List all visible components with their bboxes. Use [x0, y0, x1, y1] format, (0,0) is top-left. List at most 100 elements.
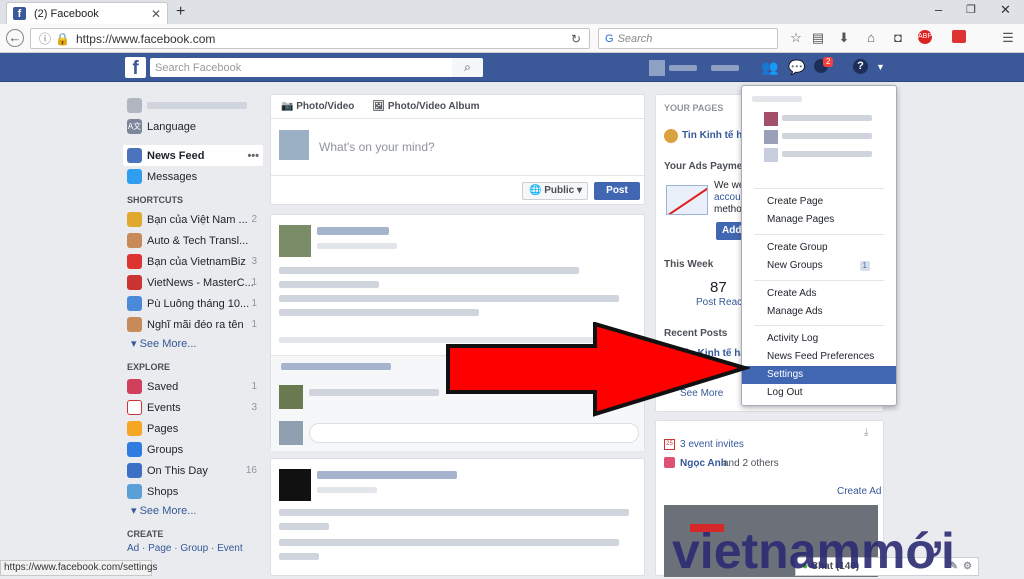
create-page-link[interactable]: Page	[148, 543, 171, 554]
event-invites-link[interactable]: 3 event invites	[680, 439, 744, 450]
explore-label: Events	[147, 401, 181, 414]
shortcut-item[interactable]: Nghĩ mãi đéo ra tên 1	[123, 314, 263, 335]
sidebar-item-news-feed[interactable]: News Feed •••	[123, 145, 263, 166]
account-dropdown-caret-icon[interactable]: ▼	[876, 62, 885, 72]
shortcut-label: Bạn của VietnamBiz	[147, 255, 246, 268]
restore-icon[interactable]: ❐	[966, 3, 976, 16]
search-button-icon[interactable]: ⌕	[452, 58, 483, 77]
adblock-icon[interactable]: ABP	[918, 30, 932, 44]
download-icon[interactable]: ⬇	[836, 30, 852, 46]
help-icon[interactable]: ?	[853, 59, 868, 74]
new-tab-icon[interactable]: +	[176, 3, 185, 21]
post-composer: 📷 Photo/Video 🖼 Photo/Video Album What's…	[270, 94, 645, 205]
explore-item[interactable]: Groups	[123, 439, 263, 460]
log-out-item[interactable]: Log Out	[742, 384, 896, 402]
menu-icon[interactable]: ☰	[1000, 30, 1016, 46]
birthday-icon	[664, 457, 675, 468]
comment-input[interactable]	[309, 423, 639, 443]
bookmark-star-icon[interactable]: ☆	[788, 30, 804, 46]
shortcut-icon	[127, 254, 142, 269]
explore-item[interactable]: Saved 1	[123, 376, 263, 397]
reading-list-icon[interactable]: ▤	[810, 30, 826, 46]
messages-icon[interactable]: 💬	[788, 59, 805, 76]
back-icon[interactable]: ←	[6, 29, 24, 47]
new-groups-item[interactable]: New Groups 1	[742, 257, 896, 275]
facebook-search-input[interactable]: Search Facebook	[150, 58, 483, 77]
create-event-link[interactable]: Event	[217, 543, 243, 554]
shortcut-item[interactable]: Bạn của Việt Nam ... 2	[123, 209, 263, 230]
explore-item[interactable]: Shops	[123, 481, 263, 502]
feed-post	[270, 458, 645, 576]
settings-item[interactable]: Settings	[742, 366, 896, 384]
post-button[interactable]: Post	[594, 182, 640, 200]
create-page-item[interactable]: Create Page	[742, 193, 896, 211]
facebook-logo-icon[interactable]: f	[125, 57, 146, 79]
activity-log-item[interactable]: Activity Log	[742, 330, 896, 348]
create-ad-link[interactable]: Create Ad	[837, 486, 881, 497]
explore-icon	[127, 442, 142, 457]
close-tab-icon[interactable]: ✕	[151, 7, 161, 21]
explore-icon	[127, 484, 142, 499]
photo-album-tab[interactable]: 🖼 Photo/Video Album	[372, 101, 479, 112]
pocket-icon[interactable]: ◘	[890, 30, 906, 46]
explore-count: 16	[245, 465, 257, 476]
window-close-icon[interactable]: ✕	[1000, 2, 1011, 18]
photo-video-tab[interactable]: 📷 Photo/Video	[281, 101, 354, 112]
reload-icon[interactable]: ↻	[571, 32, 581, 46]
news-feed-preferences-item[interactable]: News Feed Preferences	[742, 348, 896, 366]
invite-name-link[interactable]: Ngọc Anh	[680, 458, 727, 469]
sidebar-item-language[interactable]: A文 Language	[123, 116, 263, 137]
explore-item[interactable]: Pages	[123, 418, 263, 439]
sidebar-item-messages[interactable]: Messages	[123, 166, 263, 187]
create-ad-link[interactable]: Ad	[127, 543, 139, 554]
explore-count: 1	[251, 381, 257, 392]
explore-icon	[127, 421, 142, 436]
extension-icon[interactable]	[952, 30, 966, 43]
explore-label: On This Day	[147, 464, 208, 477]
profile-shortcut[interactable]	[123, 95, 263, 116]
home-link[interactable]	[711, 65, 739, 71]
create-group-item[interactable]: Create Group	[742, 239, 896, 257]
shortcut-item[interactable]: Auto & Tech Transl...	[123, 230, 263, 251]
shortcut-icon	[127, 212, 142, 227]
shortcut-item[interactable]: Bạn của VietnamBiz 3	[123, 251, 263, 272]
browser-status-bar: https://www.facebook.com/settings	[0, 560, 157, 576]
manage-ads-item[interactable]: Manage Ads	[742, 303, 896, 321]
ads-payment-heading: Your Ads Payment	[664, 161, 752, 172]
profile-name[interactable]	[669, 65, 697, 71]
shortcut-icon	[127, 296, 142, 311]
post-reach-label[interactable]: Post Reach	[696, 297, 748, 308]
minimize-icon[interactable]: –	[935, 2, 942, 17]
browser-search-input[interactable]: G Search	[598, 28, 778, 49]
manage-pages-item[interactable]: Manage Pages	[742, 211, 896, 229]
friend-requests-icon[interactable]: 👥	[761, 59, 778, 76]
shortcut-item[interactable]: Pù Luông tháng 10... 1	[123, 293, 263, 314]
shortcut-item[interactable]: VietNews - MasterC... 1	[123, 272, 263, 293]
shortcut-count: 2	[251, 214, 257, 225]
page-icon	[664, 129, 678, 143]
create-ads-item[interactable]: Create Ads	[742, 285, 896, 303]
language-icon: A文	[127, 119, 142, 134]
shortcut-label: VietNews - MasterC...	[147, 276, 254, 289]
your-pages-heading: YOUR PAGES	[664, 103, 724, 113]
audience-selector[interactable]: 🌐 Public ▾	[522, 182, 588, 200]
status-input[interactable]: What's on your mind?	[319, 140, 435, 154]
explore-icon	[127, 379, 142, 394]
browser-tab[interactable]: f (2) Facebook ✕	[6, 2, 168, 24]
facebook-favicon-icon: f	[13, 7, 26, 20]
more-options-icon[interactable]: •••	[247, 150, 259, 162]
explore-icon	[127, 463, 142, 478]
download-icon[interactable]: ⤓	[864, 427, 868, 438]
create-group-link[interactable]: Group	[180, 543, 208, 554]
url-bar[interactable]: ⓘ 🔒 https://www.facebook.com ↻	[30, 28, 590, 49]
card-placeholder-icon	[666, 185, 708, 215]
profile-avatar[interactable]	[649, 60, 665, 76]
shortcuts-see-more[interactable]: ▾ See More...	[123, 335, 263, 354]
shortcut-icon	[127, 275, 142, 290]
explore-see-more[interactable]: ▾ See More...	[123, 502, 263, 521]
info-icon[interactable]: ⓘ	[39, 30, 51, 47]
explore-item[interactable]: Events 3	[123, 397, 263, 418]
explore-item[interactable]: On This Day 16	[123, 460, 263, 481]
shortcuts-heading: SHORTCUTS	[127, 195, 183, 205]
home-icon[interactable]: ⌂	[863, 30, 879, 46]
